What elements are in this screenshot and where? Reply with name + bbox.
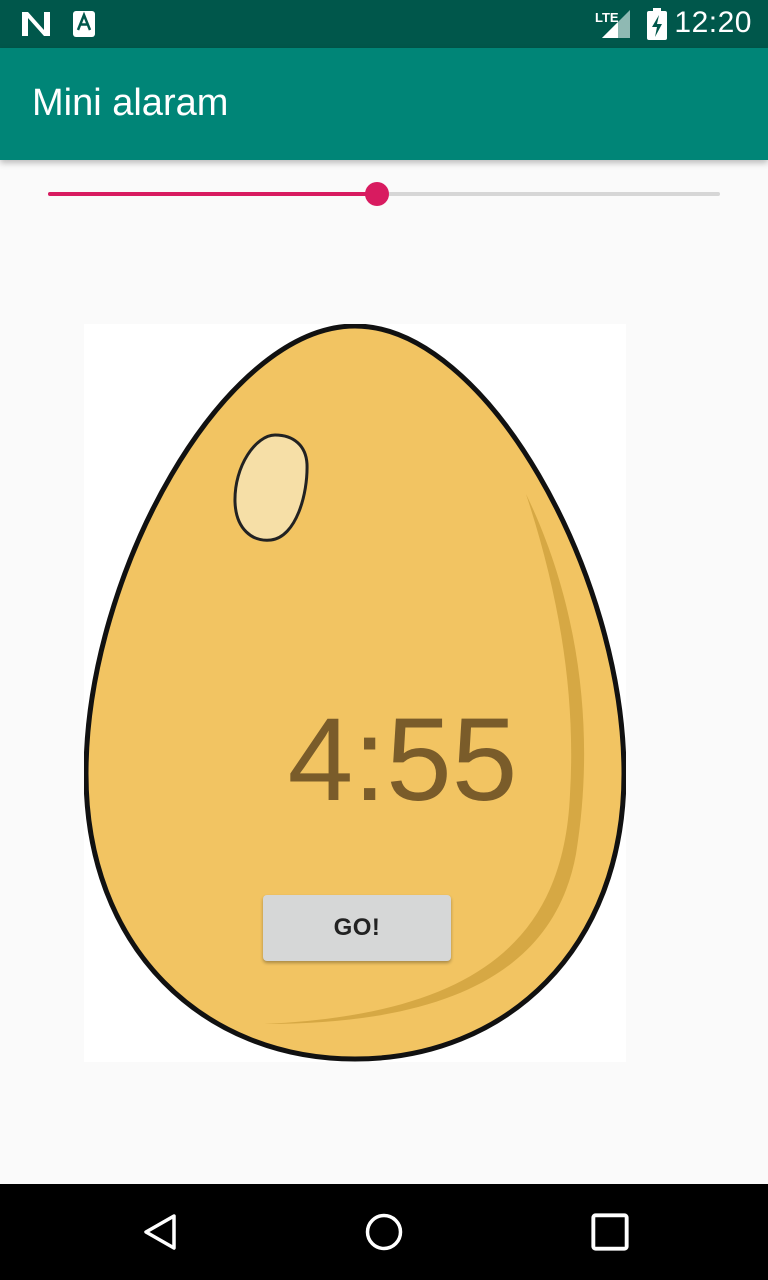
timer-seekbar[interactable] — [48, 176, 720, 212]
home-icon[interactable] — [364, 1212, 404, 1252]
back-icon[interactable] — [140, 1212, 180, 1252]
seekbar-thumb[interactable] — [365, 182, 390, 206]
notification-a-icon — [73, 11, 95, 37]
recents-icon[interactable] — [590, 1212, 630, 1252]
clock-time: 12:20 — [674, 6, 752, 39]
status-bar: LTE 12:20 — [0, 0, 768, 48]
network-type-label: LTE — [595, 10, 619, 25]
notification-n-icon — [22, 12, 50, 36]
timer-display: 4:55 — [287, 694, 518, 826]
battery-charging-icon — [647, 8, 667, 40]
seekbar-progress — [48, 192, 378, 196]
app-bar: Mini alaram — [0, 48, 768, 160]
navigation-bar — [0, 1184, 768, 1280]
signal-icon: LTE — [595, 10, 630, 38]
go-button[interactable]: GO! — [263, 895, 451, 961]
app-title: Mini alaram — [32, 82, 229, 124]
